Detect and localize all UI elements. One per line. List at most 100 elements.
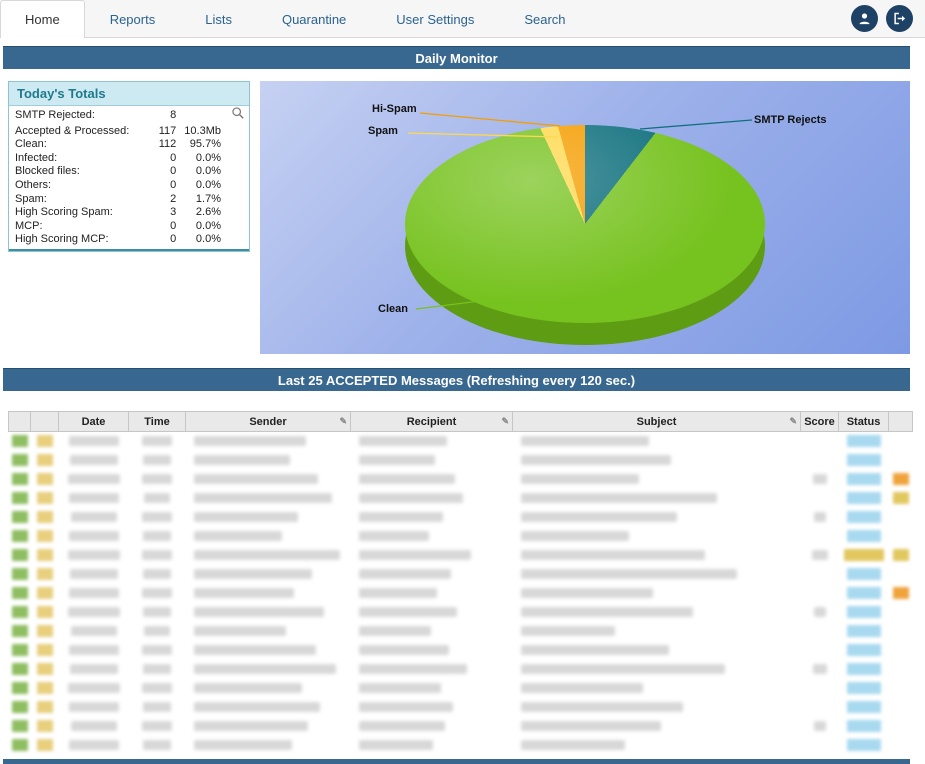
- message-row[interactable]: [9, 736, 913, 755]
- tab-home[interactable]: Home: [0, 0, 85, 38]
- tab-user-settings[interactable]: User Settings: [371, 0, 499, 37]
- cell-score: [801, 565, 839, 584]
- cell-indicator-1: [9, 565, 31, 584]
- status-badge: [847, 530, 881, 542]
- message-row[interactable]: [9, 489, 913, 508]
- cell-score: [801, 679, 839, 698]
- redacted-subject: [521, 436, 649, 446]
- message-row[interactable]: [9, 679, 913, 698]
- logout-button[interactable]: [886, 5, 913, 32]
- redacted-subject: [521, 721, 661, 731]
- cell-indicator-2: [31, 451, 59, 470]
- cell-subject: [513, 470, 801, 489]
- tab-quarantine[interactable]: Quarantine: [257, 0, 371, 37]
- cell-subject: [513, 622, 801, 641]
- redacted-subject: [521, 645, 669, 655]
- cell-indicator-1: [9, 451, 31, 470]
- col-header-sender[interactable]: Sender✎: [186, 412, 351, 432]
- cell-status: [839, 489, 889, 508]
- col-header-recipient[interactable]: Recipient✎: [351, 412, 513, 432]
- sort-icon[interactable]: ✎: [789, 416, 797, 427]
- cell-subject: [513, 546, 801, 565]
- cell-end: [889, 432, 913, 451]
- message-row[interactable]: [9, 660, 913, 679]
- message-row[interactable]: [9, 565, 913, 584]
- sort-icon[interactable]: ✎: [501, 416, 509, 427]
- indicator-block: [37, 587, 53, 599]
- col-header-time: Time: [129, 412, 186, 432]
- redacted-date: [71, 512, 117, 522]
- totals-value: 0: [146, 179, 180, 193]
- message-row[interactable]: [9, 603, 913, 622]
- message-row[interactable]: [9, 622, 913, 641]
- indicator-block: [12, 511, 28, 523]
- cell-indicator-2: [31, 508, 59, 527]
- cell-end: [889, 489, 913, 508]
- redacted-subject: [521, 607, 693, 617]
- redacted-time: [143, 740, 171, 750]
- indicator-block: [12, 682, 28, 694]
- redacted-sender: [194, 626, 286, 636]
- message-row[interactable]: [9, 470, 913, 489]
- tab-search[interactable]: Search: [499, 0, 590, 37]
- cell-time: [129, 698, 186, 717]
- cell-recipient: [351, 736, 513, 755]
- cell-time: [129, 432, 186, 451]
- status-badge: [847, 720, 881, 732]
- cell-recipient: [351, 470, 513, 489]
- redacted-subject: [521, 588, 653, 598]
- cell-date: [59, 698, 129, 717]
- magnifier-icon[interactable]: [231, 106, 245, 120]
- cell-indicator-1: [9, 489, 31, 508]
- messages-header: Last 25 ACCEPTED Messages (Refreshing ev…: [3, 368, 910, 391]
- cell-score: [801, 546, 839, 565]
- user-button[interactable]: [851, 5, 878, 32]
- message-row[interactable]: [9, 451, 913, 470]
- cell-recipient: [351, 432, 513, 451]
- indicator-block: [37, 454, 53, 466]
- cell-sender: [186, 641, 351, 660]
- totals-extra: 0.0%: [180, 220, 227, 234]
- cell-recipient: [351, 451, 513, 470]
- cell-date: [59, 679, 129, 698]
- status-badge: [847, 492, 881, 504]
- message-row[interactable]: [9, 698, 913, 717]
- cell-end: [889, 527, 913, 546]
- message-row[interactable]: [9, 641, 913, 660]
- totals-label: Blocked files:: [9, 165, 146, 179]
- col-header-blank: [31, 412, 59, 432]
- cell-subject: [513, 432, 801, 451]
- indicator-block: [12, 720, 28, 732]
- status-badge: [847, 473, 881, 485]
- redacted-sender: [194, 493, 332, 503]
- message-row[interactable]: [9, 527, 913, 546]
- message-row[interactable]: [9, 717, 913, 736]
- message-row[interactable]: [9, 546, 913, 565]
- cell-date: [59, 451, 129, 470]
- pie-chart: [405, 125, 765, 323]
- redacted-time: [142, 512, 172, 522]
- redacted-date: [68, 683, 120, 693]
- col-header-subject[interactable]: Subject✎: [513, 412, 801, 432]
- cell-indicator-2: [31, 489, 59, 508]
- redacted-subject: [521, 455, 671, 465]
- indicator-block: [37, 511, 53, 523]
- redacted-time: [143, 569, 171, 579]
- tab-lists[interactable]: Lists: [180, 0, 257, 37]
- totals-label: Clean:: [9, 138, 146, 152]
- totals-icon-cell: [227, 193, 249, 207]
- redacted-date: [71, 626, 117, 636]
- redacted-recipient: [359, 550, 471, 560]
- cell-recipient: [351, 679, 513, 698]
- message-row[interactable]: [9, 584, 913, 603]
- cell-status: [839, 451, 889, 470]
- tab-reports[interactable]: Reports: [85, 0, 181, 37]
- cell-indicator-2: [31, 546, 59, 565]
- message-row[interactable]: [9, 508, 913, 527]
- redacted-time: [143, 664, 171, 674]
- message-row[interactable]: [9, 432, 913, 451]
- totals-row: Infected:00.0%: [9, 152, 249, 166]
- redacted-subject: [521, 512, 677, 522]
- sort-icon[interactable]: ✎: [339, 416, 347, 427]
- totals-icon-cell: [227, 233, 249, 250]
